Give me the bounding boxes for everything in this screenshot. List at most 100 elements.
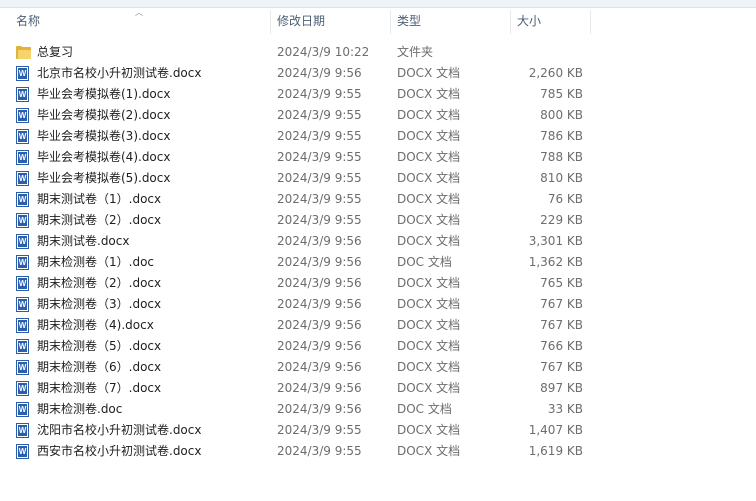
column-header-type[interactable]: 类型 <box>397 8 421 35</box>
file-type: DOCX 文档 <box>397 192 461 206</box>
column-divider[interactable] <box>510 10 511 34</box>
file-type: DOC 文档 <box>397 402 452 416</box>
file-modified-date: 2024/3/9 9:56 <box>277 66 362 80</box>
file-name: 期末检测卷（2）.docx <box>37 276 162 290</box>
file-row[interactable]: W 期末检测卷（7）.docx 2024/3/9 9:56 DOCX 文档 897 KB <box>0 378 600 399</box>
file-row[interactable]: W 毕业会考模拟卷(1).docx 2024/3/9 9:55 DOCX 文档 785 … <box>0 84 600 105</box>
word-document-icon: W <box>16 171 30 186</box>
column-divider[interactable] <box>390 10 391 34</box>
file-type: DOC 文档 <box>397 255 452 269</box>
file-modified-date: 2024/3/9 9:55 <box>277 444 362 458</box>
file-row[interactable]: W 毕业会考模拟卷(5).docx 2024/3/9 9:55 DOCX 文档 810 … <box>0 168 600 189</box>
folder-icon <box>16 45 31 60</box>
file-name: 期末检测卷（6）.docx <box>37 360 162 374</box>
file-name: 毕业会考模拟卷(3).docx <box>37 129 171 143</box>
file-type: 文件夹 <box>397 45 434 59</box>
file-size: 229 KB <box>540 213 583 227</box>
file-size: 810 KB <box>540 171 583 185</box>
file-row[interactable]: W 期末检测卷（1）.doc 2024/3/9 9:56 DOC 文档 1,362 KB <box>0 252 600 273</box>
file-name: 期末检测卷（3）.docx <box>37 297 162 311</box>
file-modified-date: 2024/3/9 9:56 <box>277 339 362 353</box>
word-document-icon: W <box>16 150 30 165</box>
word-document-icon: W <box>16 402 30 417</box>
file-modified-date: 2024/3/9 9:56 <box>277 381 362 395</box>
file-row[interactable]: W 期末测试卷（2）.docx 2024/3/9 9:55 DOCX 文档 229 KB <box>0 210 600 231</box>
file-modified-date: 2024/3/9 9:56 <box>277 402 362 416</box>
file-modified-date: 2024/3/9 9:55 <box>277 150 362 164</box>
file-type: DOCX 文档 <box>397 381 461 395</box>
file-name: 沈阳市名校小升初测试卷.docx <box>37 423 202 437</box>
file-row[interactable]: W 期末测试卷（1）.docx 2024/3/9 9:55 DOCX 文档 76 KB <box>0 189 600 210</box>
file-name: 期末检测卷（5）.docx <box>37 339 162 353</box>
file-row[interactable]: W 期末检测卷（3）.docx 2024/3/9 9:56 DOCX 文档 767 KB <box>0 294 600 315</box>
file-type: DOCX 文档 <box>397 297 461 311</box>
column-divider[interactable] <box>270 10 271 34</box>
word-document-icon: W <box>16 297 30 312</box>
file-size: 1,362 KB <box>528 255 583 269</box>
file-size: 2,260 KB <box>528 66 583 80</box>
word-document-icon: W <box>16 66 30 81</box>
file-modified-date: 2024/3/9 9:55 <box>277 171 362 185</box>
column-divider[interactable] <box>590 10 591 34</box>
file-row[interactable]: W 毕业会考模拟卷(3).docx 2024/3/9 9:55 DOCX 文档 786 … <box>0 126 600 147</box>
file-modified-date: 2024/3/9 10:22 <box>277 45 370 59</box>
file-modified-date: 2024/3/9 9:56 <box>277 360 362 374</box>
file-row[interactable]: W 毕业会考模拟卷(4).docx 2024/3/9 9:55 DOCX 文档 788 … <box>0 147 600 168</box>
column-header-name[interactable]: 名称 <box>16 8 40 35</box>
file-name: 西安市名校小升初测试卷.docx <box>37 444 202 458</box>
file-type: DOCX 文档 <box>397 444 461 458</box>
column-header-bar: ︿ 名称 修改日期 类型 大小 <box>0 8 756 35</box>
file-size: 800 KB <box>540 108 583 122</box>
word-document-icon: W <box>16 339 30 354</box>
file-name: 期末检测卷（4).docx <box>37 318 154 332</box>
column-header-size[interactable]: 大小 <box>517 8 541 35</box>
file-type: DOCX 文档 <box>397 234 461 248</box>
file-name: 期末测试卷.docx <box>37 234 130 248</box>
file-size: 3,301 KB <box>528 234 583 248</box>
file-size: 786 KB <box>540 129 583 143</box>
file-type: DOCX 文档 <box>397 108 461 122</box>
file-type: DOCX 文档 <box>397 423 461 437</box>
file-size: 788 KB <box>540 150 583 164</box>
word-document-icon: W <box>16 423 30 438</box>
file-type: DOCX 文档 <box>397 66 461 80</box>
word-document-icon: W <box>16 213 30 228</box>
file-name: 期末检测卷（7）.docx <box>37 381 162 395</box>
file-name: 北京市名校小升初测试卷.docx <box>37 66 202 80</box>
file-name: 毕业会考模拟卷(5).docx <box>37 171 171 185</box>
file-name: 毕业会考模拟卷(4).docx <box>37 150 171 164</box>
file-size <box>512 42 583 63</box>
word-document-icon: W <box>16 381 30 396</box>
file-name: 期末测试卷（2）.docx <box>37 213 162 227</box>
word-document-icon: W <box>16 360 30 375</box>
file-row[interactable]: W 毕业会考模拟卷(2).docx 2024/3/9 9:55 DOCX 文档 800 … <box>0 105 600 126</box>
file-size: 785 KB <box>540 87 583 101</box>
file-modified-date: 2024/3/9 9:55 <box>277 87 362 101</box>
word-document-icon: W <box>16 255 30 270</box>
word-document-icon: W <box>16 234 30 249</box>
file-modified-date: 2024/3/9 9:55 <box>277 129 362 143</box>
file-row[interactable]: W 西安市名校小升初测试卷.docx 2024/3/9 9:55 DOCX 文档 1,6… <box>0 441 600 462</box>
file-size: 766 KB <box>540 339 583 353</box>
file-row[interactable]: W 期末检测卷（2）.docx 2024/3/9 9:56 DOCX 文档 765 KB <box>0 273 600 294</box>
word-document-icon: W <box>16 192 30 207</box>
file-row[interactable]: W 期末检测卷（5）.docx 2024/3/9 9:56 DOCX 文档 766 KB <box>0 336 600 357</box>
file-row[interactable]: W 期末检测卷（4).docx 2024/3/9 9:56 DOCX 文档 767 KB <box>0 315 600 336</box>
word-document-icon: W <box>16 276 30 291</box>
file-modified-date: 2024/3/9 9:56 <box>277 297 362 311</box>
column-header-date[interactable]: 修改日期 <box>277 8 325 35</box>
file-row[interactable]: W 期末检测卷（6）.docx 2024/3/9 9:56 DOCX 文档 767 KB <box>0 357 600 378</box>
file-modified-date: 2024/3/9 9:55 <box>277 192 362 206</box>
file-modified-date: 2024/3/9 9:56 <box>277 276 362 290</box>
file-row[interactable]: W 北京市名校小升初测试卷.docx 2024/3/9 9:56 DOCX 文档 2,2… <box>0 63 600 84</box>
file-type: DOCX 文档 <box>397 213 461 227</box>
file-type: DOCX 文档 <box>397 87 461 101</box>
file-row[interactable]: W 期末测试卷.docx 2024/3/9 9:56 DOCX 文档 3,301 KB <box>0 231 600 252</box>
file-row[interactable]: W 期末检测卷.doc 2024/3/9 9:56 DOC 文档 33 KB <box>0 399 600 420</box>
file-row[interactable]: W 沈阳市名校小升初测试卷.docx 2024/3/9 9:55 DOCX 文档 1,4… <box>0 420 600 441</box>
file-size: 1,619 KB <box>528 444 583 458</box>
file-size: 765 KB <box>540 276 583 290</box>
file-size: 897 KB <box>540 381 583 395</box>
folder-row[interactable]: 总复习 2024/3/9 10:22 文件夹 <box>0 42 600 63</box>
file-modified-date: 2024/3/9 9:56 <box>277 234 362 248</box>
